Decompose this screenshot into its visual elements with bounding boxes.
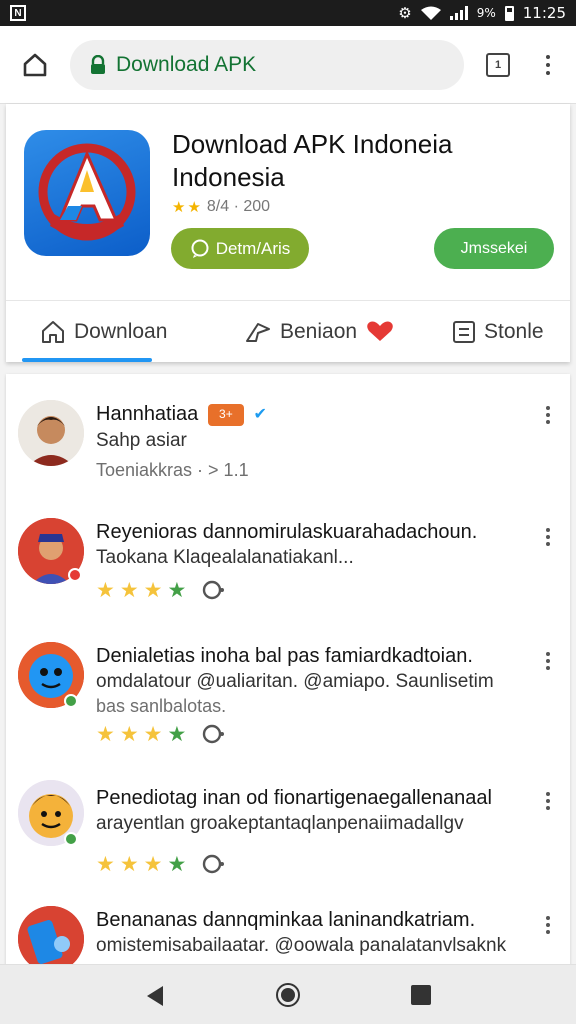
install-label: Jmssekei [460, 239, 528, 257]
review-line: omdalatour @ualiaritan. @amiapo. Saunlis… [96, 671, 494, 692]
star-icon: ★ [96, 579, 115, 602]
reviews-list: Hannhatiaa 3+ ✔ Sahp asiar Toeniakkras ·… [6, 374, 570, 974]
signal-icon [449, 6, 468, 20]
review-line: Sahp asiar [96, 430, 187, 451]
chat-icon [191, 239, 209, 258]
comment-icon[interactable] [201, 724, 225, 746]
tab-list[interactable]: Stonle [452, 301, 544, 363]
star-icon: ★ [167, 723, 187, 746]
review-line: bas sanlbalotas. [96, 696, 227, 716]
star-icon: ★ [167, 579, 187, 602]
url-field[interactable]: Download APK [70, 40, 464, 90]
review-line: Taokana Klaqealalanatiakanl... [96, 547, 354, 568]
badge: 3+ [207, 403, 244, 426]
rating-text: 8/4 · 200 [206, 198, 271, 215]
home-button[interactable] [0, 26, 70, 104]
tab-label: Stonle [484, 320, 544, 343]
browser-menu-button[interactable] [528, 26, 568, 104]
review-menu-button[interactable] [546, 652, 550, 670]
star-icon: ★ [143, 723, 163, 746]
home-nav-button[interactable] [276, 983, 300, 1007]
home-icon [42, 321, 64, 343]
battery-percent: 9% [476, 6, 496, 20]
review-menu-button[interactable] [546, 792, 550, 810]
review-line: Denialetias inoha bal pas famiardkadtoia… [96, 645, 473, 667]
star-icon: ★ [143, 579, 163, 602]
share-icon [246, 323, 270, 342]
review-menu-button[interactable] [546, 916, 550, 934]
app-action-button[interactable]: Detm/Aris [171, 228, 309, 269]
comment-icon[interactable] [201, 580, 225, 602]
app-title: Download APK Indoneia Indonesia [172, 129, 453, 192]
list-icon [453, 321, 475, 343]
review-line: Reyenioras dannomirulaskuarahadachoun. [96, 521, 478, 543]
review-menu-button[interactable] [546, 528, 550, 546]
install-button[interactable]: Jmssekei [434, 228, 554, 269]
star-icon: ★ [96, 723, 115, 746]
settings-icon: ⚙ [398, 4, 412, 22]
tab-indicator [22, 358, 152, 362]
review-meta: Toeniakkras · > 1.1 [96, 460, 249, 480]
heart-bubble-icon [367, 321, 393, 341]
tab-share[interactable]: Beniaon [244, 301, 395, 363]
home-icon [23, 53, 47, 76]
star-icon: ★ [119, 853, 139, 876]
avatar [18, 400, 84, 466]
app-header-card: Download APK Indoneia Indonesia ★ ★ 8/4 … [6, 104, 570, 362]
wifi-icon [420, 6, 441, 20]
review-menu-button[interactable] [546, 406, 550, 424]
twitter-bird-icon: ✔ [253, 406, 267, 424]
review-stars: ★ ★ ★ ★ [96, 722, 225, 747]
review-line: Penediotag inan od fionartigenaegallenan… [96, 787, 492, 809]
home-circle-icon [281, 988, 295, 1002]
status-indicator [64, 694, 78, 708]
app-icon [24, 130, 150, 256]
app-tabs: Downloan Beniaon Stonle [6, 300, 570, 362]
review-line: omistemisabailaatar. @oowala panalatanvl… [96, 935, 507, 956]
browser-toolbar: Download APK 1 [0, 26, 576, 104]
status-bar: N ⚙ 9% 11:25 [0, 0, 576, 26]
star-icon: ★ [119, 723, 139, 746]
comment-icon[interactable] [201, 854, 225, 876]
app-action-label: Detm/Aris [215, 238, 291, 258]
status-time: 11:25 [522, 4, 566, 22]
tab-label: Downloan [74, 320, 168, 343]
status-indicator [64, 832, 78, 846]
recents-button[interactable] [411, 985, 431, 1005]
tab-count: 1 [486, 53, 510, 77]
review-stars: ★ ★ ★ ★ [96, 578, 225, 603]
review-line: Benananas dannqminkaa laninandkatriam. [96, 909, 476, 931]
star-icon: ★ [119, 579, 139, 602]
review-stars: ★ ★ ★ ★ [96, 852, 225, 877]
system-nav-bar [0, 964, 576, 1024]
avatar [18, 906, 84, 972]
tab-label: Beniaon [280, 320, 358, 343]
app-logo-icon [38, 143, 136, 241]
review-line: arayentlan groakeptantaqlanpenaiimadallg… [96, 813, 464, 834]
lock-icon [91, 55, 105, 74]
battery-icon [504, 5, 514, 21]
tab-download[interactable]: Downloan [40, 301, 167, 363]
star-icon: ★ [167, 853, 187, 876]
star-icon: ★ [143, 853, 163, 876]
star-icon: ★ [172, 199, 186, 216]
url-text: Download APK [116, 53, 257, 76]
back-icon[interactable] [145, 985, 165, 1007]
star-icon: ★ [187, 199, 201, 216]
app-rating: ★ ★ 8/4 · 200 [172, 198, 270, 216]
tab-switcher-button[interactable]: 1 [468, 26, 528, 104]
status-indicator [68, 568, 82, 582]
notification-icon: N [10, 5, 26, 21]
star-icon: ★ [96, 853, 115, 876]
reviewer-name: Hannhatiaa 3+ ✔ [96, 402, 526, 427]
